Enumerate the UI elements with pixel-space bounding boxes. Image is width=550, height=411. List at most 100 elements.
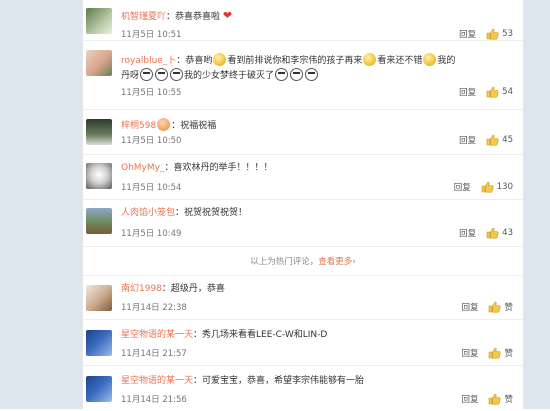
comment-body: ：超级丹，恭喜	[161, 284, 225, 294]
reply-button[interactable]: 回复	[459, 28, 476, 40]
comment-username[interactable]: 人肉馅小笼包	[121, 208, 175, 218]
comment-text: 星空物语的某一天：秀几场来看看LEE-C-W和LIN-D	[121, 329, 515, 342]
reply-button[interactable]: 回复	[461, 393, 478, 405]
comment-time: 11月14日 22:38	[121, 303, 187, 313]
comment-username[interactable]: OhMyMy_	[121, 163, 164, 173]
comment-actions: 回复 赞	[461, 347, 513, 359]
comment-actions: 回复 45	[459, 134, 513, 146]
comment-actions: 回复 53	[459, 28, 513, 40]
comment-time: 11月14日 21:57	[121, 349, 187, 359]
avatar[interactable]	[86, 376, 112, 402]
comment-body: 我的	[437, 56, 456, 66]
comment-body: 我的少女梦终于破灭了	[184, 71, 275, 81]
panda-emoji-icon	[275, 68, 289, 81]
comment-actions: 回复 54	[459, 86, 513, 98]
comment-text-line2: 丹呀 我的少女梦终于破灭了	[121, 68, 515, 83]
comment-actions: 回复 赞	[461, 301, 513, 313]
thumbs-up-icon	[486, 134, 499, 146]
like-count: 54	[502, 87, 513, 97]
comment-item: OhMyMy_：喜欢林丹的举手！！！！ 11月5日 10:54 回复 130	[83, 155, 523, 200]
comment-time: 11月14日 21:56	[121, 395, 187, 405]
comment-body: 丹呀	[121, 71, 140, 81]
smiley-emoji-icon	[423, 53, 437, 66]
comment-username[interactable]: 南幻1998	[121, 284, 162, 294]
comment-actions: 回复 43	[459, 227, 513, 239]
panda-emoji-icon	[170, 68, 184, 81]
like-button[interactable]: 赞	[488, 393, 513, 405]
thumbs-up-icon	[486, 86, 499, 98]
like-count: 43	[502, 228, 513, 238]
like-count: 45	[502, 135, 513, 145]
panda-emoji-icon	[155, 68, 169, 81]
reply-button[interactable]: 回复	[459, 227, 476, 239]
comment-body: ：喜欢林丹的举手！！！！	[164, 163, 273, 173]
comment-time: 11月5日 10:50	[121, 136, 182, 146]
like-label: 赞	[504, 395, 513, 405]
like-button[interactable]: 赞	[488, 301, 513, 313]
avatar[interactable]	[86, 330, 112, 356]
comment-time: 11月5日 10:54	[121, 183, 182, 193]
like-button[interactable]: 53	[486, 28, 513, 40]
view-more-link[interactable]: 查看更多	[318, 257, 352, 267]
reply-button[interactable]: 回复	[461, 301, 478, 313]
reply-button[interactable]: 回复	[454, 181, 471, 193]
comment-time: 11月5日 10:55	[121, 88, 182, 98]
avatar[interactable]	[86, 285, 112, 311]
divider-text: 以上为热门评论，	[250, 257, 319, 267]
reply-button[interactable]: 回复	[459, 86, 476, 98]
comment-username[interactable]: 星空物语的某一天	[121, 330, 193, 340]
comment-username[interactable]: royalblue_卜	[121, 56, 176, 66]
comment-body: ：恭喜哟	[176, 56, 213, 66]
like-button[interactable]: 45	[486, 134, 513, 146]
panda-emoji-icon	[305, 68, 319, 81]
heart-emoji-icon: ❤	[222, 9, 233, 22]
chevron-right-icon: ›	[352, 257, 356, 267]
comment-item: 星空物语的某一天：可爱宝宝，恭喜，希望李宗伟能够有一胎 11月14日 21:56…	[83, 366, 523, 411]
comment-item: 南幻1998：超级丹，恭喜 11月14日 22:38 回复 赞	[83, 276, 523, 320]
comment-body: ：祝福祝福	[171, 121, 217, 131]
avatar[interactable]	[86, 50, 112, 76]
thumbs-up-icon	[486, 28, 499, 40]
comment-item: 人肉馅小笼包：祝贺祝贺祝贺！ 11月5日 10:49 回复 43	[83, 200, 523, 247]
like-count: 53	[502, 29, 513, 39]
smiley-emoji-icon	[213, 53, 227, 66]
panda-emoji-icon	[290, 68, 304, 81]
thumbs-up-icon	[486, 227, 499, 239]
comment-actions: 回复 130	[454, 181, 513, 193]
avatar[interactable]	[86, 8, 112, 34]
comment-body: ：祝贺祝贺祝贺！	[175, 208, 248, 218]
comment-item: 机智瑾夏吖：恭喜恭喜啦 ❤ 11月5日 10:51 回复 53	[83, 0, 523, 41]
reply-button[interactable]: 回复	[459, 134, 476, 146]
like-button[interactable]: 54	[486, 86, 513, 98]
comment-text: OhMyMy_：喜欢林丹的举手！！！！	[121, 162, 515, 175]
comment-text: 南幻1998：超级丹，恭喜	[121, 283, 515, 296]
panda-emoji-icon	[140, 68, 154, 81]
avatar[interactable]	[86, 119, 112, 145]
like-label: 赞	[504, 349, 513, 359]
comment-username[interactable]: 星空物语的某一天	[121, 376, 193, 386]
hot-comments-divider: 以上为热门评论，查看更多›	[83, 247, 523, 276]
comment-username[interactable]: 梓桐598	[121, 121, 156, 131]
comment-username[interactable]: 机智瑾夏吖	[121, 12, 166, 22]
comment-panel: 机智瑾夏吖：恭喜恭喜啦 ❤ 11月5日 10:51 回复 53 royalblu…	[82, 0, 524, 409]
blessing-emoji-icon	[157, 118, 171, 131]
reply-button[interactable]: 回复	[461, 347, 478, 359]
comment-body: ：秀几场来看看LEE-C-W和LIN-D	[193, 330, 328, 340]
thumbs-up-icon	[489, 347, 502, 359]
comment-item: royalblue_卜：恭喜哟 看到前排说你和李宗伟的孩子再来 看来还不错 我的 丹呀…	[83, 41, 523, 110]
like-label: 赞	[504, 303, 513, 313]
smiley-emoji-icon	[363, 53, 377, 66]
comment-body: ：恭喜恭喜啦	[166, 12, 221, 22]
thumbs-up-icon	[481, 181, 494, 193]
comment-text: 机智瑾夏吖：恭喜恭喜啦 ❤	[121, 9, 515, 24]
comment-time: 11月5日 10:51	[121, 30, 182, 40]
comment-body: ：可爱宝宝，恭喜，希望李宗伟能够有一胎	[193, 376, 365, 386]
like-button[interactable]: 43	[486, 227, 513, 239]
avatar[interactable]	[86, 208, 112, 234]
thumbs-up-icon	[489, 301, 502, 313]
like-button[interactable]: 赞	[488, 347, 513, 359]
like-count: 130	[496, 182, 513, 192]
comment-item: 星空物语的某一天：秀几场来看看LEE-C-W和LIN-D 11月14日 21:5…	[83, 320, 523, 366]
like-button[interactable]: 130	[481, 181, 513, 193]
avatar[interactable]	[86, 163, 112, 189]
